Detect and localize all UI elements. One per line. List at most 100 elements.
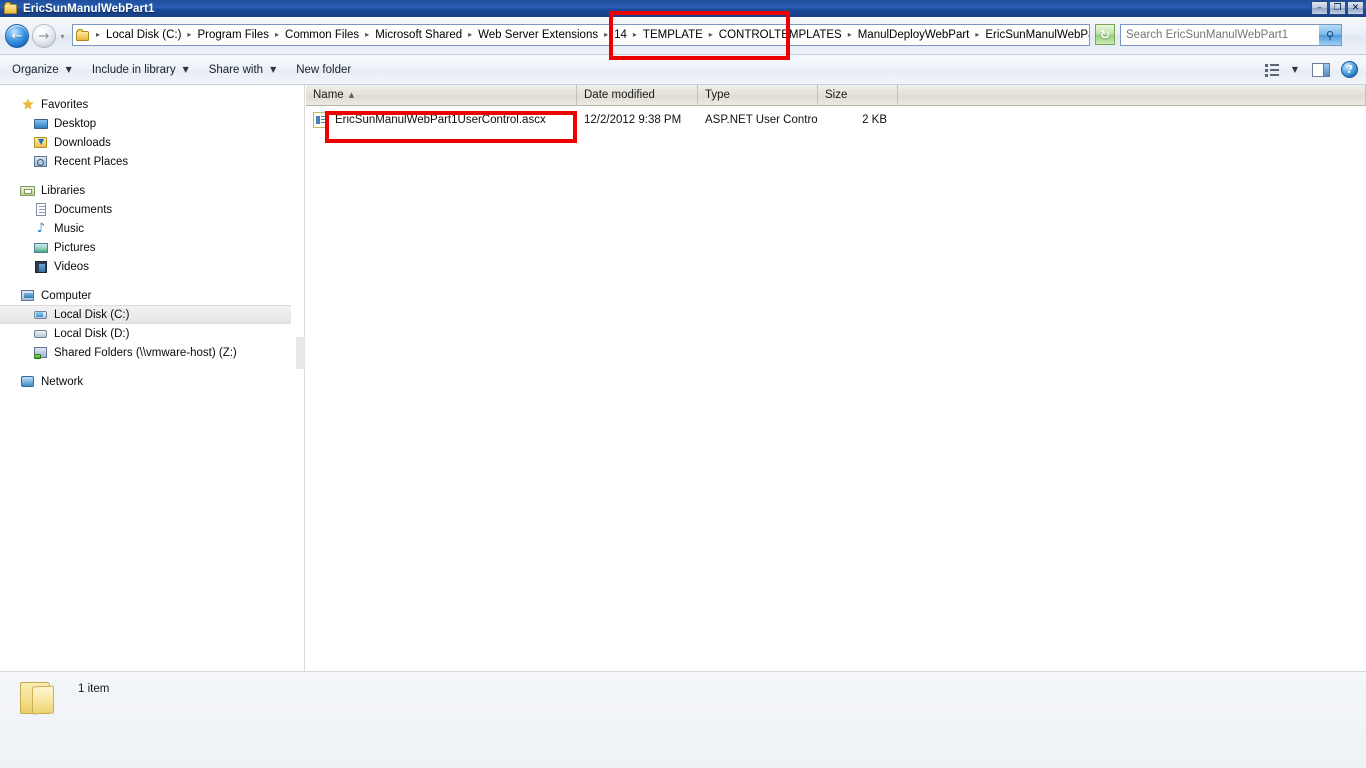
search-box[interactable]: ⚲: [1120, 24, 1342, 46]
maximize-button[interactable]: ❐: [1329, 1, 1346, 15]
breadcrumb-separator-icon[interactable]: ▸: [706, 28, 716, 42]
breadcrumb-item[interactable]: Microsoft Shared: [372, 26, 465, 44]
table-row[interactable]: EricSunManulWebPart1UserControl.ascx 12/2…: [306, 106, 1366, 134]
breadcrumb-item[interactable]: 14: [611, 26, 630, 44]
breadcrumb-separator-icon[interactable]: ▸: [630, 28, 640, 42]
toolbar-button-label: Include in library: [91, 63, 176, 76]
sidebar-item-label: Shared Folders (\\vmware-host) (Z:): [54, 346, 237, 359]
close-button[interactable]: ✕: [1347, 1, 1364, 15]
window-folder-icon: [3, 1, 19, 16]
minimize-button[interactable]: –: [1311, 1, 1328, 15]
local-disk-d-icon: [33, 326, 49, 342]
toolbar-button-new-folder[interactable]: New folder: [288, 60, 359, 80]
sidebar-item-label: Network: [41, 375, 84, 388]
column-header-size[interactable]: Size: [818, 84, 898, 106]
column-header-label: Size: [825, 89, 848, 101]
chevron-down-icon[interactable]: ▼: [66, 65, 72, 74]
toolbar-button-organize[interactable]: Organize ▼: [4, 60, 80, 80]
help-icon[interactable]: ?: [1341, 61, 1358, 78]
back-arrow-icon: ←: [11, 28, 23, 44]
breadcrumb-item[interactable]: CONTROLTEMPLATES: [716, 26, 845, 44]
file-list-pane: Name ▲ Date modified Type Size EricSunManulW…: [306, 84, 1366, 671]
breadcrumb-item[interactable]: EricSunManulWebPart1: [982, 26, 1089, 44]
sidebar-item-computer[interactable]: Computer: [0, 286, 291, 305]
chevron-down-icon[interactable]: ▼: [270, 65, 276, 74]
column-header-row: Name ▲ Date modified Type Size: [306, 84, 1366, 106]
music-icon: ♪: [36, 220, 46, 236]
window-title: EricSunManulWebPart1: [23, 2, 155, 15]
list-view-icon[interactable]: [1264, 63, 1281, 77]
breadcrumb-separator-icon[interactable]: ▸: [93, 28, 103, 42]
sidebar-item-music[interactable]: ♪ Music: [0, 219, 291, 238]
sidebar-item-shared-folders-vmware-host-z-[interactable]: Shared Folders (\\vmware-host) (Z:): [0, 343, 291, 362]
breadcrumb-folder-icon: [75, 28, 91, 42]
file-size-cell: 2 KB: [862, 114, 887, 126]
file-name-cell[interactable]: EricSunManulWebPart1UserControl.ascx: [306, 112, 577, 128]
toolbar-button-label: Organize: [12, 63, 59, 76]
open-folder-icon: [16, 680, 60, 718]
title-bar: EricSunManulWebPart1 – ❐ ✕: [0, 0, 1366, 17]
sidebar-item-network[interactable]: Network: [0, 372, 291, 391]
pane-splitter[interactable]: [291, 85, 305, 671]
breadcrumb-separator-icon[interactable]: ▸: [972, 28, 982, 42]
sidebar-item-label: Documents: [54, 203, 113, 216]
breadcrumb-separator-icon[interactable]: ▸: [465, 28, 475, 42]
preview-pane-icon[interactable]: [1312, 62, 1330, 77]
toolbar-button-share-with[interactable]: Share with ▼: [201, 60, 285, 80]
column-header-date-modified[interactable]: Date modified: [577, 84, 698, 106]
breadcrumb-separator-icon[interactable]: ▸: [272, 28, 282, 42]
computer-icon: [20, 288, 36, 304]
breadcrumb-item[interactable]: Local Disk (C:): [103, 26, 184, 44]
column-header-label: Type: [705, 89, 730, 101]
sidebar-item-label: Recent Places: [54, 155, 129, 168]
sidebar-item-label: Favorites: [41, 98, 89, 111]
file-type-cell: ASP.NET User Control: [705, 114, 818, 126]
column-header-blank[interactable]: [898, 84, 1366, 106]
column-header-type[interactable]: Type: [698, 84, 818, 106]
breadcrumb-separator-icon[interactable]: ▸: [601, 28, 611, 42]
breadcrumb-separator-icon[interactable]: ▸: [184, 28, 194, 42]
network-icon: [20, 374, 36, 390]
window-controls: – ❐ ✕: [1311, 1, 1364, 15]
navigation-pane: ★ Favorites Desktop Downloads Recent Places L…: [0, 85, 291, 671]
sidebar-item-pictures[interactable]: Pictures: [0, 238, 291, 257]
sidebar-item-downloads[interactable]: Downloads: [0, 133, 291, 152]
toolbar-button-include-in-library[interactable]: Include in library ▼: [84, 60, 197, 80]
chevron-down-icon[interactable]: ▼: [183, 65, 189, 74]
ascx-file-icon: [313, 112, 329, 128]
address-bar-row: ← → ▾ ▸ Local Disk (C:) ▸ Program Files ▸ Com…: [0, 17, 1366, 55]
breadcrumb-bar[interactable]: ▸ Local Disk (C:) ▸ Program Files ▸ Common Fi…: [72, 24, 1090, 46]
breadcrumb-separator-icon[interactable]: ▸: [362, 28, 372, 42]
breadcrumb-item[interactable]: Program Files: [194, 26, 272, 44]
recent-pages-button[interactable]: ▾: [58, 32, 67, 41]
column-header-name[interactable]: Name ▲: [306, 84, 577, 106]
breadcrumb-separator-icon[interactable]: ▸: [845, 28, 855, 42]
sidebar-item-local-disk-c-[interactable]: Local Disk (C:): [0, 305, 291, 324]
search-input[interactable]: [1126, 29, 1322, 41]
forward-button[interactable]: →: [32, 24, 56, 48]
breadcrumb-item[interactable]: Web Server Extensions: [475, 26, 601, 44]
sidebar-item-desktop[interactable]: Desktop: [0, 114, 291, 133]
back-button[interactable]: ←: [5, 24, 29, 48]
status-bar: 1 item: [0, 671, 1366, 768]
sidebar-item-recent-places[interactable]: Recent Places: [0, 152, 291, 171]
search-icon[interactable]: ⚲: [1319, 25, 1341, 45]
breadcrumb-item[interactable]: Common Files: [282, 26, 362, 44]
sidebar-item-documents[interactable]: Documents: [0, 200, 291, 219]
sidebar-item-local-disk-d-[interactable]: Local Disk (D:): [0, 324, 291, 343]
sidebar-item-label: Computer: [41, 289, 92, 302]
recent-places-icon: [33, 154, 49, 170]
nav-group: Libraries Documents ♪ Music Pictures Videos: [0, 181, 291, 276]
downloads-icon: [33, 135, 49, 151]
breadcrumb-item[interactable]: TEMPLATE: [640, 26, 706, 44]
refresh-button[interactable]: ↻: [1095, 24, 1115, 45]
toolbar-button-label: New folder: [296, 63, 352, 76]
view-options-caret-icon[interactable]: ▼: [1292, 65, 1298, 74]
sidebar-item-videos[interactable]: Videos: [0, 257, 291, 276]
nav-group: Network: [0, 372, 291, 391]
videos-icon: [33, 259, 49, 275]
breadcrumb-item[interactable]: ManulDeployWebPart: [855, 26, 973, 44]
toolbar-right-group: ▼ ?: [1264, 61, 1366, 78]
sidebar-item-libraries[interactable]: Libraries: [0, 181, 291, 200]
sidebar-item-favorites[interactable]: ★ Favorites: [0, 95, 291, 114]
